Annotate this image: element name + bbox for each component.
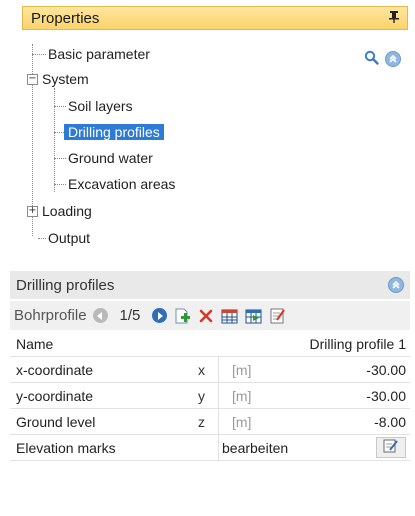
tree-item-ground-water[interactable]: Ground water — [68, 148, 153, 168]
drilling-profiles-title: Drilling profiles — [16, 276, 115, 294]
tree-connector — [54, 158, 66, 159]
pin-icon[interactable] — [389, 10, 399, 26]
edit-icon — [383, 439, 399, 456]
column-divider — [218, 383, 219, 409]
x-coordinate-field[interactable]: -30.00 — [366, 357, 406, 383]
search-icon[interactable] — [364, 50, 379, 68]
row-symbol: x — [198, 362, 205, 378]
tree-item-basic-parameter[interactable]: Basic parameter — [48, 44, 150, 64]
collapse-up-icon[interactable] — [388, 277, 404, 293]
tree-connector — [54, 88, 55, 192]
ground-level-field[interactable]: -8.00 — [374, 409, 406, 435]
profile-name-value[interactable]: Drilling profile 1 — [310, 331, 406, 357]
row-symbol: y — [198, 388, 205, 404]
tree-item-label: Drilling profiles — [64, 124, 164, 140]
add-record-icon[interactable] — [173, 307, 191, 325]
table-insert-icon[interactable] — [245, 307, 263, 325]
drilling-profiles-toolbar: Bohrprofile 1/5 — [10, 301, 410, 330]
row-label: Elevation marks — [16, 440, 116, 456]
tree-connector — [54, 106, 66, 107]
collapse-expander[interactable]: − — [27, 74, 38, 85]
row-symbol: z — [198, 414, 205, 430]
tree-item-output[interactable]: Output — [48, 228, 90, 248]
next-icon[interactable] — [152, 308, 168, 323]
properties-header: Properties — [22, 6, 408, 30]
tree-item-label: Ground water — [68, 150, 153, 166]
table-row-x-coordinate: x-coordinate x [m] -30.00 — [10, 357, 410, 383]
previous-icon[interactable] — [92, 308, 108, 323]
column-divider — [218, 435, 219, 461]
y-coordinate-field[interactable]: -30.00 — [366, 383, 406, 409]
table-icon[interactable] — [221, 307, 239, 325]
table-row-y-coordinate: y-coordinate y [m] -30.00 — [10, 383, 410, 409]
delete-icon[interactable] — [197, 307, 215, 325]
tree-connector — [32, 54, 46, 55]
table-row-elevation-marks: Elevation marks bearbeiten — [10, 435, 410, 461]
table-row-name: Name Drilling profile 1 — [10, 331, 410, 357]
column-divider — [218, 357, 219, 383]
row-unit: [m] — [232, 414, 252, 430]
properties-tree: Basic parameter − System Soil layers Dri… — [22, 38, 322, 248]
expand-expander[interactable]: + — [27, 206, 38, 217]
edit-elevation-button[interactable] — [376, 437, 406, 458]
tree-item-label: System — [42, 71, 89, 87]
tree-connector — [38, 238, 46, 239]
row-unit: [m] — [232, 388, 252, 404]
column-divider — [218, 409, 219, 435]
edit-notes-icon[interactable] — [269, 307, 287, 325]
row-label: x-coordinate — [16, 362, 94, 378]
tree-item-label: Loading — [42, 203, 92, 219]
record-counter: 1/5 — [119, 307, 141, 324]
drilling-profiles-header: Drilling profiles — [10, 271, 410, 299]
tree-item-soil-layers[interactable]: Soil layers — [68, 96, 133, 116]
tree-item-drilling-profiles[interactable]: Drilling profiles — [64, 122, 164, 142]
table-row-ground-level: Ground level z [m] -8.00 — [10, 409, 410, 435]
tree-item-label: Soil layers — [68, 98, 133, 114]
tree-item-label: Basic parameter — [48, 46, 150, 62]
tree-item-label: Excavation areas — [68, 176, 176, 192]
tree-connector — [54, 184, 66, 185]
tree-side-icons — [364, 50, 401, 68]
row-unit: [m] — [232, 362, 252, 378]
elevation-marks-link[interactable]: bearbeiten — [222, 435, 288, 461]
tree-item-system[interactable]: System — [42, 69, 89, 89]
toolbar-label: Bohrprofile — [14, 307, 87, 324]
properties-title: Properties — [31, 9, 100, 27]
tree-item-label: Output — [48, 230, 91, 246]
tree-item-loading[interactable]: Loading — [42, 201, 92, 221]
row-label: y-coordinate — [16, 388, 94, 404]
row-label: Ground level — [16, 414, 96, 430]
row-label: Name — [16, 336, 54, 352]
property-grid: Name Drilling profile 1 x-coordinate x [… — [10, 331, 410, 461]
tree-item-excavation-areas[interactable]: Excavation areas — [68, 174, 175, 194]
collapse-up-icon[interactable] — [385, 51, 401, 67]
